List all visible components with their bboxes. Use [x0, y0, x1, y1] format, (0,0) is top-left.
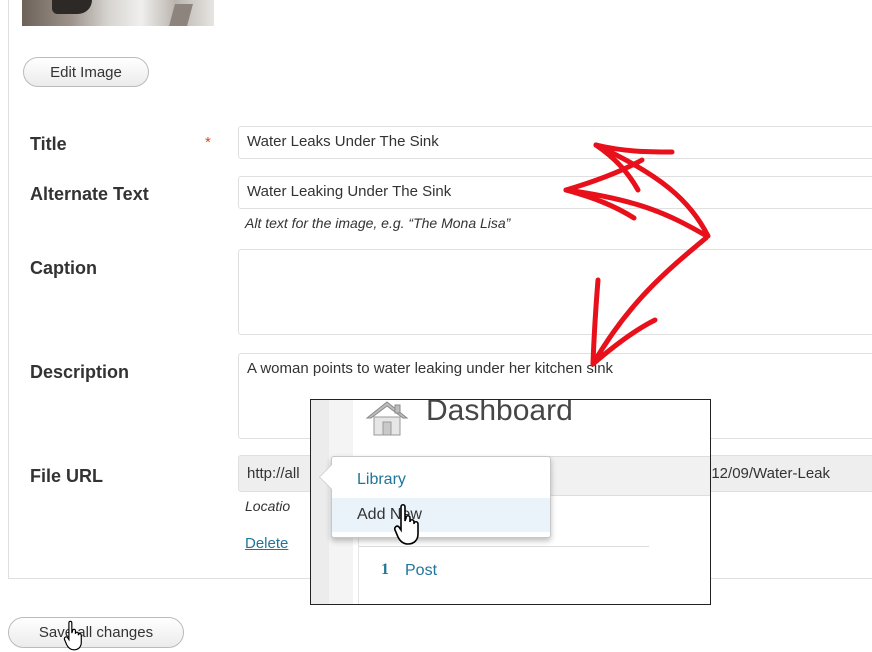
thumbnail-detail [169, 4, 193, 26]
edit-image-button[interactable]: Edit Image [23, 57, 149, 87]
alt-text-hint: Alt text for the image, e.g. “The Mona L… [245, 215, 511, 231]
media-flyout-menu: Library Add New [319, 456, 551, 538]
dashboard-house-icon [365, 401, 409, 436]
dashboard-overlay: Dashboard 1 Post Library Add New [310, 399, 711, 605]
alt-text-input[interactable]: Water Leaking Under The Sink [238, 176, 872, 209]
save-all-changes-button[interactable]: Save all changes [8, 617, 184, 648]
thumbnail-shadow [52, 0, 92, 14]
menu-item-add-new[interactable]: Add New [332, 498, 550, 532]
post-link[interactable]: Post [405, 562, 437, 580]
overlay-admin-menu-edge [311, 400, 330, 604]
file-url-label: File URL [30, 466, 104, 486]
alt-text-label: Alternate Text [30, 184, 149, 204]
dashboard-title: Dashboard [426, 399, 573, 427]
image-thumbnail [22, 0, 214, 26]
file-url-start: http://all [247, 465, 300, 482]
file-url-end: 012/09/Water-Leak [703, 465, 831, 482]
title-input[interactable]: Water Leaks Under The Sink [238, 126, 872, 159]
caption-textarea[interactable] [238, 249, 872, 335]
required-marker: * [205, 134, 211, 151]
description-label: Description [30, 362, 130, 382]
file-url-hint: Locatio [245, 498, 291, 514]
post-count: 1 [381, 561, 389, 578]
hand-pointer-cursor-icon [63, 620, 82, 651]
menu-item-library[interactable]: Library [332, 463, 550, 497]
flyout-arrow [320, 465, 332, 489]
caption-label: Caption [30, 258, 97, 278]
hand-pointer-cursor-icon [394, 503, 419, 545]
delete-link[interactable]: Delete [245, 535, 288, 552]
title-label: Title [30, 134, 67, 154]
